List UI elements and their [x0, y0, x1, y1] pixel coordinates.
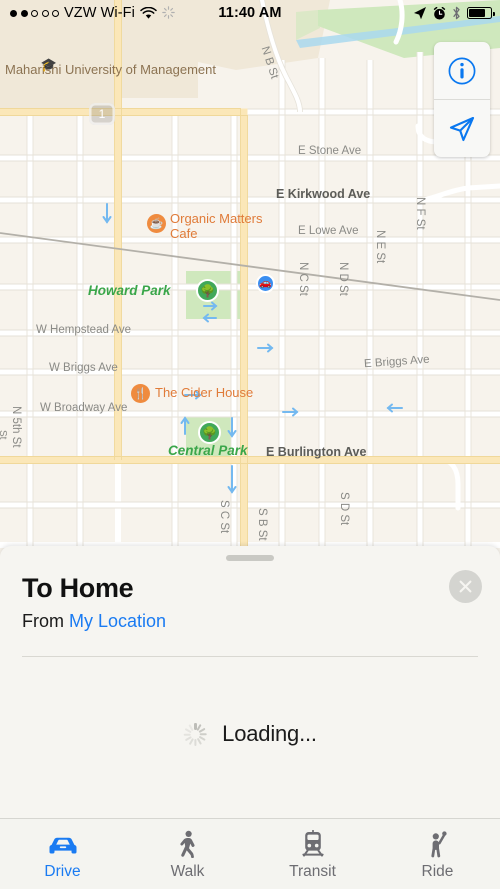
train-icon	[300, 830, 326, 858]
highway-shield-1: 1	[89, 103, 115, 125]
restaurant-fork-knife-icon[interactable]: 🍴	[131, 384, 150, 403]
transport-mode-tab-bar: Drive Walk Transit Ride	[0, 818, 500, 889]
tab-walk-label: Walk	[170, 863, 205, 880]
sheet-header: To Home From My Location	[22, 573, 478, 632]
locate-me-button[interactable]	[434, 100, 490, 157]
tab-drive[interactable]: Drive	[0, 819, 125, 889]
origin-location-link[interactable]: My Location	[69, 611, 166, 631]
status-clock: 11:40 AM	[218, 5, 282, 21]
sheet-divider	[22, 656, 478, 657]
graduation-cap-icon: 🎓	[40, 57, 58, 72]
maps-directions-screen: Maharishi University of Management 🎓 1 ☕…	[0, 0, 500, 889]
close-button[interactable]	[449, 570, 482, 603]
tab-drive-label: Drive	[44, 863, 81, 880]
tree-icon[interactable]: 🌳	[196, 279, 219, 302]
map-canvas[interactable]: Maharishi University of Management 🎓 1 ☕…	[0, 0, 500, 560]
origin-prefix-label: From	[22, 611, 64, 631]
battery-fill	[469, 9, 486, 17]
pedestrian-icon	[175, 830, 201, 858]
info-button[interactable]	[434, 42, 490, 99]
map-controls-panel	[434, 42, 490, 157]
info-icon	[448, 57, 476, 84]
directions-sheet: To Home From My Location Loading... Driv…	[0, 546, 500, 889]
tab-transit[interactable]: Transit	[250, 819, 375, 889]
tree-icon[interactable]: 🌳	[198, 421, 221, 444]
destination-title: To Home	[22, 573, 134, 603]
loading-label: Loading...	[222, 721, 317, 746]
battery-icon	[467, 7, 495, 19]
location-arrow-icon	[449, 116, 475, 141]
origin-row: From My Location	[22, 611, 478, 632]
close-icon	[459, 580, 472, 593]
coffee-cup-icon[interactable]: ☕	[147, 214, 166, 233]
status-bar: VZW Wi-Fi 11:40 AM	[0, 0, 500, 26]
loading-status-row: Loading...	[0, 721, 500, 747]
car-icon	[45, 830, 81, 858]
sheet-drag-handle[interactable]	[226, 555, 274, 561]
hailing-person-icon	[425, 830, 451, 858]
car-icon[interactable]: 🚗	[256, 274, 275, 293]
tab-walk[interactable]: Walk	[125, 819, 250, 889]
tab-transit-label: Transit	[289, 863, 336, 880]
tab-ride-label: Ride	[421, 863, 454, 880]
tab-ride[interactable]: Ride	[375, 819, 500, 889]
activity-spinner-icon	[183, 722, 208, 747]
